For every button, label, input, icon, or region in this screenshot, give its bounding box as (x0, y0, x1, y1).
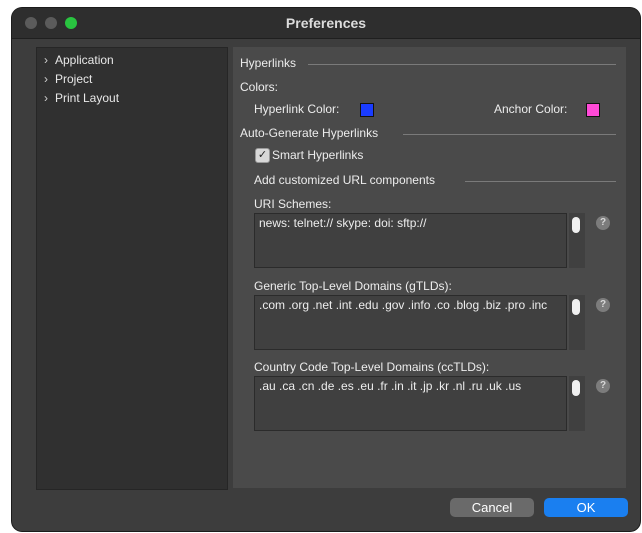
uri-schemes-label: URI Schemes: (254, 197, 332, 211)
sidebar-item-label: Application (55, 53, 114, 67)
chevron-right-icon: › (44, 91, 48, 105)
gtlds-help-icon[interactable]: ? (596, 298, 610, 312)
scrollbar-thumb[interactable] (572, 217, 580, 233)
cctlds-label: Country Code Top-Level Domains (ccTLDs): (254, 360, 490, 374)
smart-hyperlinks-checkbox[interactable]: ✓ (255, 148, 270, 163)
section-divider (465, 181, 616, 182)
uri-schemes-help-icon[interactable]: ? (596, 216, 610, 230)
anchor-color-swatch[interactable] (586, 103, 600, 117)
sidebar-item-project[interactable]: › Project (44, 72, 92, 86)
sidebar-item-print-layout[interactable]: › Print Layout (44, 91, 119, 105)
cctlds-textarea[interactable]: .au .ca .cn .de .es .eu .fr .in .it .jp … (254, 376, 567, 431)
uri-schemes-scrollbar[interactable] (569, 213, 585, 268)
gtlds-textarea[interactable]: .com .org .net .int .edu .gov .info .co … (254, 295, 567, 350)
gtlds-scrollbar[interactable] (569, 295, 585, 350)
scrollbar-thumb[interactable] (572, 299, 580, 315)
colors-label: Colors: (240, 80, 279, 94)
chevron-right-icon: › (44, 53, 48, 67)
hyperlink-color-label: Hyperlink Color: (254, 102, 340, 116)
title-bar: Preferences (12, 8, 640, 39)
hyperlinks-panel: Hyperlinks Colors: Hyperlink Color: Anch… (233, 47, 626, 488)
smart-hyperlinks-label[interactable]: Smart Hyperlinks (272, 148, 363, 162)
section-divider (403, 134, 616, 135)
sidebar-item-label: Print Layout (55, 91, 120, 105)
chevron-right-icon: › (44, 72, 48, 86)
ok-button[interactable]: OK (544, 498, 628, 517)
checkmark-icon: ✓ (257, 149, 268, 161)
custom-url-section-header: Add customized URL components (254, 173, 435, 187)
sidebar-item-application[interactable]: › Application (44, 53, 114, 67)
hyperlink-color-swatch[interactable] (360, 103, 374, 117)
cancel-button[interactable]: Cancel (450, 498, 534, 517)
sidebar: › Application › Project › Print Layout (36, 47, 228, 490)
cctlds-help-icon[interactable]: ? (596, 379, 610, 393)
anchor-color-label: Anchor Color: (494, 102, 568, 116)
auto-generate-section-header: Auto-Generate Hyperlinks (240, 126, 379, 140)
gtlds-label: Generic Top-Level Domains (gTLDs): (254, 279, 452, 293)
cctlds-scrollbar[interactable] (569, 376, 585, 431)
hyperlinks-section-header: Hyperlinks (240, 56, 297, 70)
section-divider (308, 64, 616, 65)
preferences-window: Preferences › Application › Project › Print… (12, 8, 640, 531)
uri-schemes-textarea[interactable]: news: telnet:// skype: doi: sftp:// (254, 213, 567, 268)
scrollbar-thumb[interactable] (572, 380, 580, 396)
window-title: Preferences (285, 15, 367, 31)
sidebar-item-label: Project (55, 72, 93, 86)
